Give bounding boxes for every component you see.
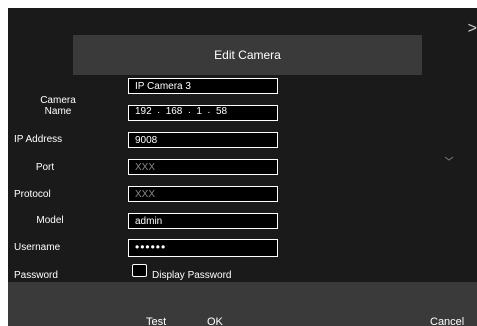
port-label: Port [35,162,55,173]
camera-name-label-line1: Camera [40,95,76,106]
ip-octet-2[interactable]: 168 [166,104,183,120]
camera-name-label: Camera Name [30,95,86,117]
ip-separator: . [187,105,191,116]
ip-address-label: IP Address [14,134,63,145]
model-field[interactable]: XXX [128,186,278,202]
chevron-down-icon [444,155,454,163]
ip-separator: . [207,105,211,116]
edit-camera-dialog: > Edit Camera Camera Name IP Address Por… [8,8,477,326]
port-field[interactable]: 9008 [128,132,278,148]
password-label: Password [14,270,58,281]
ip-separator: . [157,105,161,116]
password-field[interactable]: •••••• [128,239,278,257]
dialog-title: Edit Camera [214,48,281,62]
ip-octet-4[interactable]: 58 [216,104,227,120]
protocol-label: Protocol [14,189,51,200]
test-button[interactable]: Test [146,316,166,326]
username-label: Username [14,242,61,253]
protocol-field[interactable]: XXX [128,159,278,175]
camera-name-field[interactable]: IP Camera 3 [128,78,278,94]
camera-name-label-line2: Name [44,106,72,117]
model-label: Model [36,215,64,226]
username-field[interactable]: admin [128,213,278,229]
ok-button[interactable]: OK [207,316,223,326]
ip-octet-1[interactable]: 192 [135,104,152,120]
ip-address-field[interactable]: 192 . 168 . 1 . 58 [128,105,278,121]
dialog-footer: Test OK Cancel [8,282,477,326]
cancel-button[interactable]: Cancel [430,316,464,326]
display-password-label: Display Password [152,270,232,281]
display-password-checkbox[interactable] [132,264,147,277]
close-icon[interactable]: > [465,20,477,38]
dialog-title-bar: Edit Camera [73,35,422,75]
